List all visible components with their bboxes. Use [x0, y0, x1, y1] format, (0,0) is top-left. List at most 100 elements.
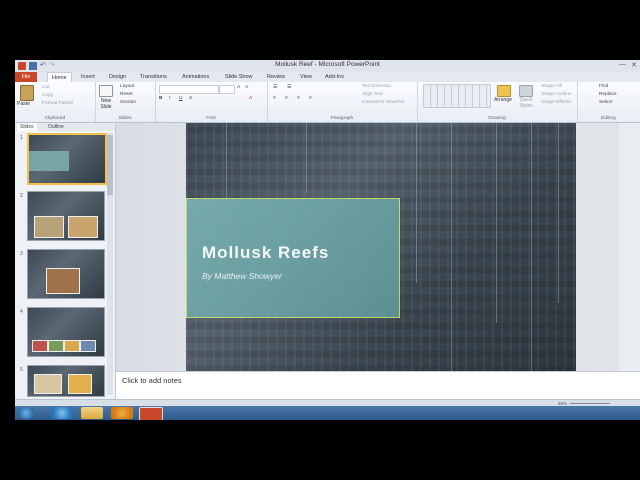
- background-streak: [496, 123, 497, 323]
- slide-thumbnail[interactable]: [27, 365, 105, 397]
- format-painter-button[interactable]: Format Painter: [42, 101, 74, 106]
- close-icon[interactable]: ✕: [631, 61, 637, 69]
- taskbar: [15, 406, 640, 420]
- font-group-label: Font: [206, 116, 216, 121]
- cut-button[interactable]: Cut: [42, 85, 49, 90]
- new-slide-button[interactable]: New Slide: [95, 98, 117, 110]
- tab-view[interactable]: View: [296, 72, 316, 82]
- shrink-font-icon[interactable]: A: [245, 85, 248, 90]
- thumbnail-image: [68, 374, 92, 394]
- slide-thumbnail[interactable]: [27, 191, 105, 241]
- paste-button[interactable]: Paste: [17, 101, 30, 107]
- background-streak: [451, 123, 452, 371]
- slide-thumbnail[interactable]: [27, 133, 107, 185]
- arrange-button[interactable]: Arrange: [492, 97, 514, 103]
- justify-icon[interactable]: ≡: [309, 96, 312, 101]
- background-streak: [531, 123, 532, 371]
- slide-number: 5: [20, 367, 23, 373]
- start-button[interactable]: [17, 407, 35, 419]
- arrange-icon[interactable]: [497, 85, 511, 97]
- tab-slide-show[interactable]: Slide Show: [221, 72, 257, 82]
- powerpoint-window: ↶ ↷ Mollusk Reef - Microsoft PowerPoint …: [15, 60, 640, 420]
- bold-icon[interactable]: B: [159, 96, 162, 101]
- replace-button[interactable]: Replace: [599, 92, 617, 97]
- paragraph-group-label: Paragraph: [330, 116, 354, 121]
- strikethrough-icon[interactable]: S: [189, 96, 192, 101]
- main-scrollbar[interactable]: [619, 123, 640, 371]
- title-placeholder[interactable]: Mollusk Reefs By Matthew Showyer: [186, 198, 400, 318]
- bullets-icon[interactable]: ☰: [273, 85, 277, 90]
- center-icon[interactable]: ≡: [285, 96, 288, 101]
- font-color-icon[interactable]: A: [249, 96, 252, 101]
- ribbon: Paste Cut Copy Format Painter Clipboard …: [15, 82, 640, 123]
- background-streak: [558, 123, 559, 303]
- section-button[interactable]: Section: [120, 100, 136, 105]
- tab-outline[interactable]: Outline: [45, 123, 67, 131]
- numbering-icon[interactable]: ☰: [287, 85, 291, 90]
- editing-group-label: Editing: [601, 116, 616, 121]
- shape-effects-button[interactable]: Shape Effects: [541, 100, 571, 105]
- slide-thumbnail[interactable]: [27, 249, 105, 299]
- clipboard-group: Paste Cut Copy Format Painter Clipboard: [15, 82, 96, 122]
- text-direction-button[interactable]: Text Direction: [362, 84, 391, 89]
- media-player-icon[interactable]: [111, 407, 133, 419]
- thumbnail-image: [34, 216, 64, 238]
- quick-styles-button[interactable]: Quick Styles: [515, 97, 537, 109]
- slides-pane: Slides Outline 1 2 3 4 5: [15, 123, 116, 399]
- thumbnail-image: [80, 340, 96, 352]
- font-size-box[interactable]: [219, 85, 235, 94]
- minimize-icon[interactable]: —: [619, 61, 626, 68]
- align-text-button[interactable]: Align Text: [362, 92, 383, 97]
- align-left-icon[interactable]: ≡: [273, 96, 276, 101]
- tab-animations[interactable]: Animations: [178, 72, 213, 82]
- find-button[interactable]: Find: [599, 84, 608, 89]
- new-slide-icon[interactable]: [99, 85, 113, 97]
- quick-styles-icon[interactable]: [519, 85, 533, 97]
- tab-file[interactable]: File: [15, 72, 37, 82]
- notes-pane[interactable]: Click to add notes: [116, 371, 640, 400]
- tab-slides[interactable]: Slides: [17, 123, 37, 131]
- shape-fill-button[interactable]: Shape Fill: [541, 84, 562, 89]
- select-button[interactable]: Select: [599, 100, 612, 105]
- thumbnail-image: [68, 216, 98, 238]
- slide-thumbnail-row: 5: [17, 365, 113, 397]
- tab-home[interactable]: Home: [47, 72, 72, 82]
- shape-outline-button[interactable]: Shape Outline: [541, 92, 571, 97]
- notes-placeholder[interactable]: Click to add notes: [122, 376, 182, 385]
- file-explorer-icon[interactable]: [81, 407, 103, 419]
- thumbnail-image: [64, 340, 80, 352]
- drawing-group: Arrange Quick Styles Shape Fill Shape Ou…: [417, 82, 578, 122]
- thumbnail-image: [32, 340, 48, 352]
- thumbnail-title-box: [29, 151, 69, 171]
- convert-smartart-button[interactable]: Convert to SmartArt: [362, 100, 404, 105]
- align-right-icon[interactable]: ≡: [297, 96, 300, 101]
- tab-add-ins[interactable]: Add-Ins: [321, 72, 348, 82]
- pane-scrollbar-thumb[interactable]: [107, 135, 113, 195]
- copy-button[interactable]: Copy: [42, 93, 53, 98]
- layout-button[interactable]: Layout: [120, 84, 134, 89]
- powerpoint-taskbar-icon[interactable]: [139, 407, 163, 420]
- tab-review[interactable]: Review: [263, 72, 289, 82]
- slide-subtitle[interactable]: By Matthew Showyer: [202, 271, 282, 281]
- italic-icon[interactable]: I: [169, 96, 170, 101]
- slide-thumbnail-row: 1: [17, 133, 113, 185]
- internet-explorer-icon[interactable]: [51, 407, 73, 419]
- font-name-box[interactable]: [159, 85, 219, 94]
- thumbnail-image: [34, 374, 62, 394]
- tab-transitions[interactable]: Transitions: [136, 72, 171, 82]
- tab-insert[interactable]: Insert: [77, 72, 99, 82]
- editing-group: Find Replace Select Editing: [577, 82, 640, 122]
- ribbon-tabs: File Home Insert Design Transitions Anim…: [15, 72, 640, 82]
- tab-design[interactable]: Design: [105, 72, 130, 82]
- paragraph-group: ☰ ☰ ≡ ≡ ≡ ≡ Text Direction Align Text Co…: [267, 82, 418, 122]
- paste-icon[interactable]: [20, 85, 34, 101]
- current-slide[interactable]: Mollusk Reefs By Matthew Showyer: [186, 123, 576, 371]
- zoom-slider[interactable]: [570, 403, 610, 404]
- drawing-group-label: Drawing: [488, 116, 506, 121]
- slide-title[interactable]: Mollusk Reefs: [202, 243, 329, 263]
- grow-font-icon[interactable]: A: [237, 85, 240, 90]
- shapes-gallery[interactable]: [423, 84, 491, 108]
- underline-icon[interactable]: U: [179, 96, 182, 101]
- reset-button[interactable]: Reset: [120, 92, 133, 97]
- slide-thumbnail[interactable]: [27, 307, 105, 357]
